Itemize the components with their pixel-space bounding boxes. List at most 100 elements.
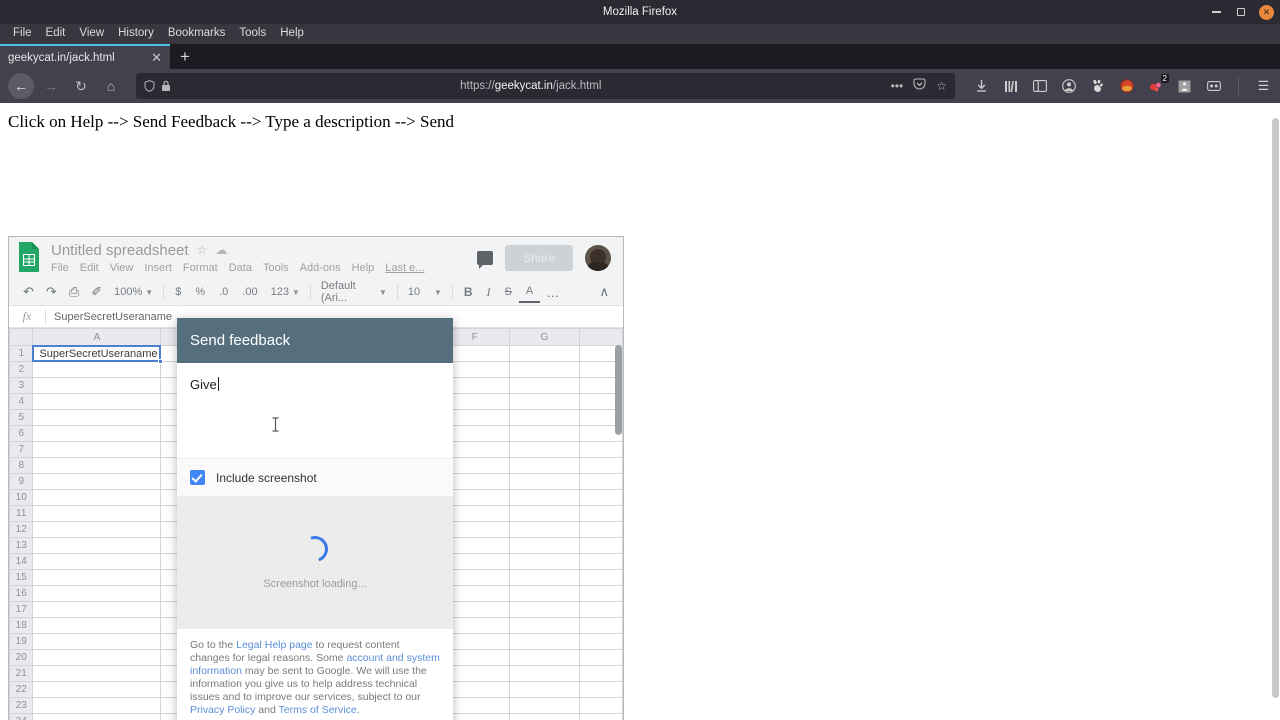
currency-format-button[interactable]: $ [168, 281, 188, 303]
cell-G3[interactable] [508, 377, 580, 394]
cell-A2[interactable] [32, 361, 162, 378]
cell-G8[interactable] [508, 457, 580, 474]
url-text[interactable]: https://geekycat.in/jack.html [177, 80, 885, 92]
feedback-description-area[interactable]: Give [177, 363, 453, 458]
cell-G19[interactable] [508, 633, 580, 650]
formula-value[interactable]: SuperSecretUseraname [46, 311, 172, 323]
cell-A18[interactable] [32, 617, 162, 634]
share-button[interactable]: Share [504, 245, 573, 271]
zoom-selector[interactable]: 100% ▼ [108, 286, 159, 298]
cell-G10[interactable] [508, 489, 580, 506]
row-header-14[interactable]: 14 [9, 553, 34, 570]
include-screenshot-checkbox[interactable] [190, 470, 205, 485]
row-header-21[interactable]: 21 [9, 665, 34, 682]
document-title[interactable]: Untitled spreadsheet [51, 242, 189, 259]
cell-A13[interactable] [32, 537, 162, 554]
extension-icon[interactable]: 2 [1147, 73, 1169, 95]
cell-G9[interactable] [508, 473, 580, 490]
cell-G22[interactable] [508, 681, 580, 698]
sheets-menu-data[interactable]: Data [229, 262, 252, 274]
cell-G7[interactable] [508, 441, 580, 458]
row-header-10[interactable]: 10 [9, 489, 34, 506]
row-header-6[interactable]: 6 [9, 425, 34, 442]
reload-icon[interactable]: ↻ [68, 73, 94, 99]
redo-icon[interactable]: ↷ [40, 281, 63, 303]
cell-A4[interactable] [32, 393, 162, 410]
back-icon[interactable]: ← [8, 73, 34, 99]
cell-A21[interactable] [32, 665, 162, 682]
include-screenshot-row[interactable]: Include screenshot [177, 458, 453, 496]
print-icon[interactable]: ⎙ [63, 281, 85, 303]
cell-A14[interactable] [32, 553, 162, 570]
cell-G11[interactable] [508, 505, 580, 522]
cell-A5[interactable] [32, 409, 162, 426]
cell-A1[interactable]: SuperSecretUseraname [32, 345, 164, 364]
home-icon[interactable]: ⌂ [98, 73, 124, 99]
palette-icon[interactable] [1118, 78, 1135, 95]
tab-close-icon[interactable]: ✕ [145, 50, 162, 66]
account-icon[interactable] [1060, 78, 1077, 95]
cell-G20[interactable] [508, 649, 580, 666]
privacy-policy-link[interactable]: Privacy Policy [190, 704, 255, 716]
sheets-menu-format[interactable]: Format [183, 262, 218, 274]
cell-A7[interactable] [32, 441, 162, 458]
row-header-11[interactable]: 11 [9, 505, 34, 522]
container-icon[interactable] [1205, 78, 1222, 95]
comment-icon[interactable] [476, 251, 493, 269]
cell-G17[interactable] [508, 601, 580, 618]
cell-G6[interactable] [508, 425, 580, 442]
decrease-decimal-button[interactable]: .0 [212, 281, 235, 303]
percent-format-button[interactable]: % [188, 281, 212, 303]
cell-A20[interactable] [32, 649, 162, 666]
sheets-menu-view[interactable]: View [110, 262, 134, 274]
menu-file[interactable]: File [6, 26, 39, 42]
terms-of-service-link[interactable]: Terms of Service [279, 704, 357, 716]
cell-G2[interactable] [508, 361, 580, 378]
menu-help[interactable]: Help [273, 26, 311, 42]
number-format-selector[interactable]: 123 ▼ [265, 286, 306, 298]
row-header-18[interactable]: 18 [9, 617, 34, 634]
sheets-menu-file[interactable]: File [51, 262, 69, 274]
strikethrough-button[interactable]: S [498, 281, 519, 303]
undo-icon[interactable]: ↶ [17, 281, 40, 303]
cell-A16[interactable] [32, 585, 162, 602]
user-avatar[interactable] [585, 245, 611, 271]
cell-A22[interactable] [32, 681, 162, 698]
cell-A24[interactable] [32, 713, 162, 720]
cell-A3[interactable] [32, 377, 162, 394]
cell-G12[interactable] [508, 521, 580, 538]
new-tab-button[interactable]: + [170, 44, 200, 69]
bookmark-star-icon[interactable]: ☆ [936, 79, 947, 93]
cell-G18[interactable] [508, 617, 580, 634]
cell-A19[interactable] [32, 633, 162, 650]
column-header-a[interactable]: A [32, 328, 162, 346]
menu-view[interactable]: View [72, 26, 111, 42]
shield-icon[interactable] [144, 80, 155, 92]
cell-G21[interactable] [508, 665, 580, 682]
cell-A6[interactable] [32, 425, 162, 442]
legal-help-page-link[interactable]: Legal Help page [236, 639, 312, 651]
cell-G16[interactable] [508, 585, 580, 602]
page-actions-icon[interactable]: ••• [891, 79, 904, 93]
grid-vertical-scrollbar[interactable] [614, 345, 623, 720]
lock-icon[interactable] [161, 80, 171, 92]
sheets-menu-insert[interactable]: Insert [144, 262, 172, 274]
paint-format-icon[interactable]: ✐ [85, 281, 108, 303]
row-header-12[interactable]: 12 [9, 521, 34, 538]
last-edit-label[interactable]: Last e... [385, 262, 424, 274]
row-header-24[interactable]: 24 [9, 713, 34, 720]
sheets-menu-help[interactable]: Help [352, 262, 375, 274]
row-header-5[interactable]: 5 [9, 409, 34, 426]
bold-button[interactable]: B [457, 281, 480, 303]
increase-decimal-button[interactable]: .00 [235, 281, 264, 303]
font-size-selector[interactable]: 10 ▼ [402, 286, 448, 298]
address-bar[interactable]: https://geekycat.in/jack.html ••• ☆ [136, 73, 955, 99]
person-icon[interactable] [1176, 78, 1193, 95]
minimize-button[interactable] [1209, 5, 1223, 19]
cell-A11[interactable] [32, 505, 162, 522]
sheets-menu-addons[interactable]: Add-ons [300, 262, 341, 274]
grid-vertical-scroll-thumb[interactable] [615, 345, 622, 435]
cell-A17[interactable] [32, 601, 162, 618]
cell-A23[interactable] [32, 697, 162, 714]
menu-tools[interactable]: Tools [232, 26, 273, 42]
